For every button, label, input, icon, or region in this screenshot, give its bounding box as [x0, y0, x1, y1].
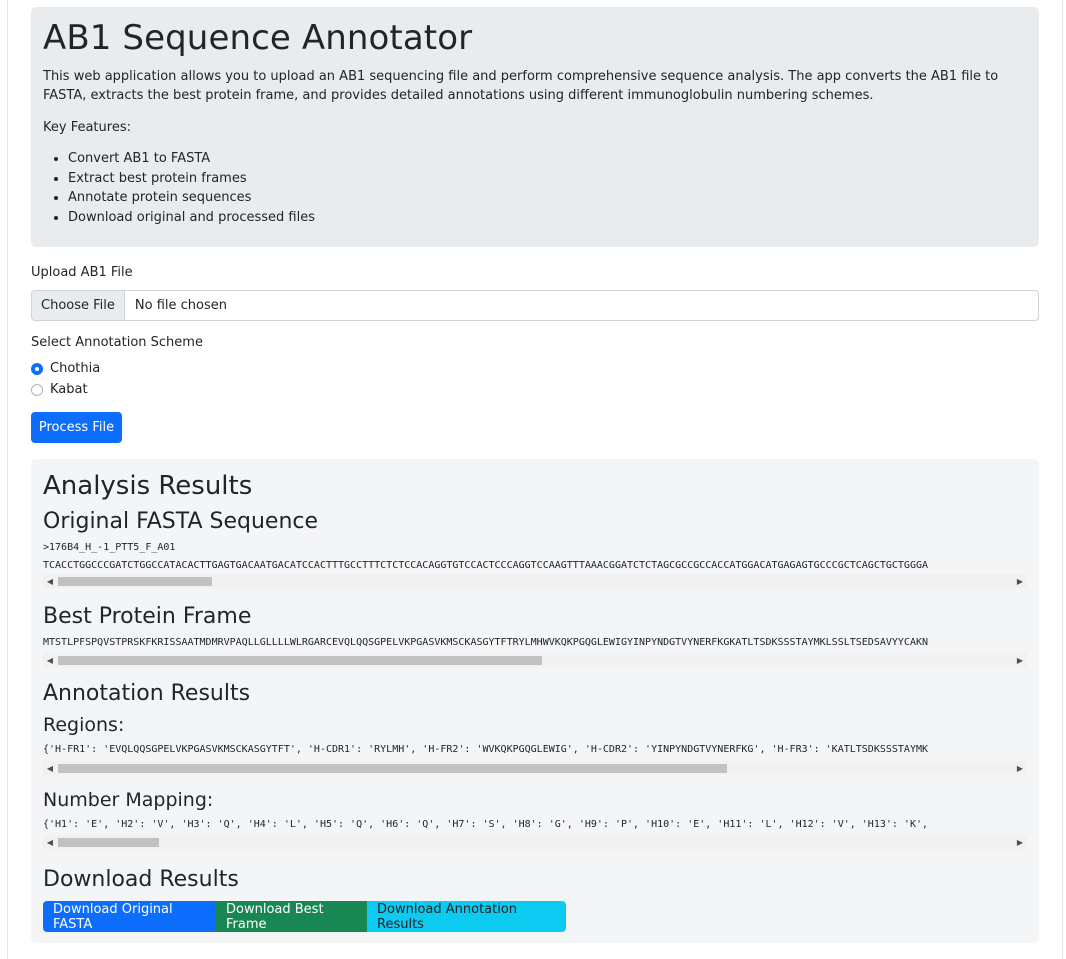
- annotation-heading: Annotation Results: [43, 681, 251, 706]
- radio-kabat[interactable]: Kabat: [31, 382, 88, 397]
- radio-checked-icon[interactable]: [31, 362, 43, 375]
- radio-chothia[interactable]: Chothia: [31, 361, 100, 376]
- fasta-header-line: >176B4_H_-1_PTT5_F_A01: [43, 542, 176, 553]
- scroll-left-icon[interactable]: ◀: [43, 835, 57, 849]
- list-item: Annotate protein sequences: [68, 188, 1027, 208]
- list-item: Download original and processed files: [68, 208, 1027, 228]
- page-title: AB1 Sequence Annotator: [43, 18, 473, 58]
- download-annotation-button[interactable]: Download Annotation Results: [367, 901, 566, 932]
- mapping-scrollbar[interactable]: ◀ ▶: [43, 835, 1027, 849]
- features-label: Key Features:: [43, 120, 131, 135]
- fasta-sequence: TCACCTGGCCCGATCTGGCCATACACTTGAGTGACAATGA…: [43, 560, 929, 571]
- scroll-left-icon[interactable]: ◀: [43, 761, 57, 775]
- intro-description: This web application allows you to uploa…: [43, 69, 999, 103]
- file-input[interactable]: Choose File No file chosen: [31, 290, 1039, 321]
- regions-scrollbar[interactable]: ◀ ▶: [43, 761, 1027, 775]
- mapping-text: {'H1': 'E', 'H2': 'V', 'H3': 'Q', 'H4': …: [43, 819, 929, 830]
- download-heading: Download Results: [43, 867, 239, 892]
- radio-label: Chothia: [50, 361, 101, 376]
- radio-unchecked-icon[interactable]: [31, 383, 43, 396]
- radio-label: Kabat: [50, 382, 88, 397]
- choose-file-button[interactable]: Choose File: [32, 291, 125, 320]
- scroll-thumb[interactable]: [58, 577, 212, 586]
- scroll-thumb[interactable]: [58, 764, 727, 773]
- results-panel: Analysis Results Original FASTA Sequence…: [31, 459, 1039, 943]
- file-status: No file chosen: [134, 298, 227, 313]
- fasta-scrollbar[interactable]: ◀ ▶: [43, 574, 1027, 588]
- regions-heading: Regions:: [43, 714, 125, 736]
- scheme-label: Select Annotation Scheme: [31, 335, 203, 350]
- scroll-right-icon[interactable]: ▶: [1013, 574, 1027, 588]
- list-item: Extract best protein frames: [68, 169, 1027, 189]
- scroll-right-icon[interactable]: ▶: [1013, 761, 1027, 775]
- upload-label: Upload AB1 File: [31, 265, 133, 280]
- mapping-heading: Number Mapping:: [43, 789, 214, 811]
- features-list: Convert AB1 to FASTA Extract best protei…: [43, 149, 1027, 227]
- results-title: Analysis Results: [43, 471, 253, 501]
- frame-sequence: MTSTLPFSPQVSTPRSKFKRISSAATMDMRVPAQLLGLLL…: [43, 637, 929, 648]
- scroll-thumb[interactable]: [58, 838, 159, 847]
- scroll-thumb[interactable]: [58, 656, 542, 665]
- frame-scrollbar[interactable]: ◀ ▶: [43, 653, 1027, 667]
- scroll-right-icon[interactable]: ▶: [1013, 835, 1027, 849]
- download-best-frame-button[interactable]: Download Best Frame: [216, 901, 367, 932]
- process-file-button[interactable]: Process File: [31, 412, 122, 443]
- fasta-heading: Original FASTA Sequence: [43, 509, 319, 534]
- scroll-right-icon[interactable]: ▶: [1013, 653, 1027, 667]
- list-item: Convert AB1 to FASTA: [68, 149, 1027, 169]
- regions-text: {'H-FR1': 'EVQLQQSGPELVKPGASVKMSCKASGYTF…: [43, 744, 929, 755]
- intro-panel: AB1 Sequence Annotator This web applicat…: [31, 7, 1039, 247]
- scroll-left-icon[interactable]: ◀: [43, 574, 57, 588]
- download-fasta-button[interactable]: Download Original FASTA: [43, 901, 216, 932]
- frame-heading: Best Protein Frame: [43, 604, 252, 629]
- scroll-left-icon[interactable]: ◀: [43, 653, 57, 667]
